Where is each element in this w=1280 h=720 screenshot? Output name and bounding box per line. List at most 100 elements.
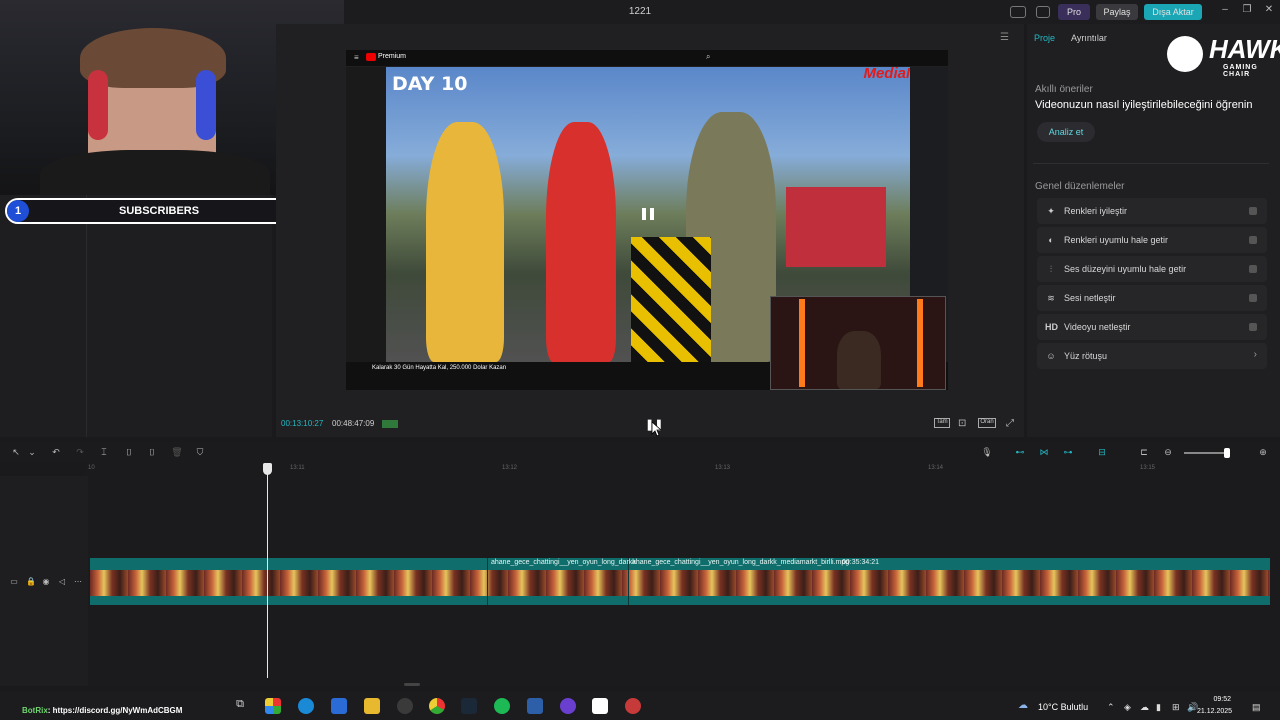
current-timecode: 00:13:10:27 xyxy=(281,419,324,428)
link-icon[interactable]: ⊷ xyxy=(1014,446,1026,458)
youtube-logo-icon xyxy=(366,53,376,61)
toggle[interactable] xyxy=(1249,265,1257,273)
obs-icon[interactable] xyxy=(625,698,641,714)
spotify-icon[interactable] xyxy=(494,698,510,714)
analyze-button[interactable]: Analiz et xyxy=(1037,122,1095,142)
track-icon[interactable]: ▭ xyxy=(8,576,20,588)
pro-button[interactable]: Pro xyxy=(1058,4,1090,20)
lock-icon[interactable]: 🔒 xyxy=(25,576,37,588)
layout-icon[interactable] xyxy=(1010,6,1026,18)
network-icon[interactable]: ⊞ xyxy=(1172,702,1180,713)
export-button[interactable]: Dışa Aktar xyxy=(1144,4,1202,20)
option-label: Renkleri uyumlu hale getir xyxy=(1064,235,1169,245)
zoom-slider-handle[interactable] xyxy=(1224,448,1230,458)
neon-light-left xyxy=(799,299,805,387)
option-enhance-colors[interactable]: ✦ Renkleri iyileştir xyxy=(1037,198,1267,224)
option-label: Ses düzeyini uyumlu hale getir xyxy=(1064,264,1187,274)
scrollbar[interactable] xyxy=(404,683,420,686)
select-tool-icon[interactable]: ↖ xyxy=(10,446,22,458)
playhead-handle[interactable] xyxy=(263,463,272,475)
task-view-icon[interactable]: ⧉ xyxy=(232,698,248,714)
toggle[interactable] xyxy=(1249,294,1257,302)
timeline-toolbar xyxy=(0,442,1280,462)
hamburger-icon: ≡ xyxy=(354,53,359,62)
ruler-tick: 13:11 xyxy=(290,465,305,471)
clock-date[interactable]: 21.12.2025 xyxy=(1197,708,1232,715)
file-explorer-icon[interactable] xyxy=(364,698,380,714)
copilot-icon[interactable] xyxy=(265,698,281,714)
pause-icon[interactable] xyxy=(639,205,657,223)
share-label: Paylaş xyxy=(1103,7,1131,17)
chrome-icon[interactable] xyxy=(429,698,445,714)
palette-icon: ◐ xyxy=(1048,235,1054,245)
clock-time[interactable]: 09:52 xyxy=(1205,696,1231,703)
mail-icon[interactable] xyxy=(331,698,347,714)
panel-icon[interactable] xyxy=(1036,6,1050,18)
ruler-tick: 13:14 xyxy=(928,465,944,471)
option-label: Sesi netleştir xyxy=(1064,293,1116,303)
app-icon[interactable] xyxy=(527,698,543,714)
delete-icon[interactable]: 🗑 xyxy=(171,446,183,458)
option-match-colors[interactable]: ◐ Renkleri uyumlu hale getir xyxy=(1037,227,1267,253)
undo-icon[interactable]: ↶ xyxy=(50,446,62,458)
redo-icon[interactable]: ↷ xyxy=(74,446,86,458)
wand-icon: ✦ xyxy=(1047,206,1055,216)
full-quality-button[interactable]: Tam xyxy=(934,418,950,428)
discord-icon[interactable] xyxy=(560,698,576,714)
eye-icon[interactable]: ◉ xyxy=(40,576,52,588)
toggle[interactable] xyxy=(1249,236,1257,244)
close-icon[interactable]: ✕ xyxy=(1260,4,1278,20)
speaker-icon[interactable]: ◁ xyxy=(56,576,68,588)
chevron-down-icon[interactable]: ⌄ xyxy=(26,446,38,458)
trim-left-icon[interactable]: ⌷ xyxy=(123,446,135,458)
share-button[interactable]: Paylaş xyxy=(1096,4,1138,20)
menu-icon[interactable]: ☰ xyxy=(1000,32,1009,43)
pro-label: Pro xyxy=(1066,7,1081,17)
capcut-icon[interactable] xyxy=(592,698,608,714)
tab-project[interactable]: Proje xyxy=(1034,33,1055,43)
zoom-out-icon[interactable]: ⊖ xyxy=(1162,446,1174,458)
maximize-icon[interactable]: ❐ xyxy=(1238,4,1256,20)
option-face-retouch[interactable]: ☺ Yüz rötuşu › xyxy=(1037,343,1267,369)
ratio-button[interactable]: Oran xyxy=(978,418,996,428)
streamer-cam-overlay xyxy=(770,296,946,390)
botrix-name: BotRix xyxy=(22,706,48,715)
split-icon[interactable]: ⌶ xyxy=(98,446,110,458)
shield-icon[interactable]: ⛉ xyxy=(194,446,206,458)
tray-cloud-icon[interactable]: ☁ xyxy=(1140,702,1149,713)
option-match-volume[interactable]: ⫶ Ses düzeyini uyumlu hale getir xyxy=(1037,256,1267,282)
toggle[interactable] xyxy=(1249,207,1257,215)
chat-bot-message: BotRix: https://discord.gg/NyWmAdCBGM xyxy=(22,706,182,715)
face-icon: ☺ xyxy=(1046,351,1056,361)
snap-icon[interactable]: ⊶ xyxy=(1062,446,1074,458)
option-sharpen-video[interactable]: HD Videoyu netleştir xyxy=(1037,314,1267,340)
caption-icon[interactable]: ⊏ xyxy=(1138,446,1150,458)
more-icon[interactable]: ⋯ xyxy=(72,576,84,588)
snapshot-icon[interactable]: ⊡ xyxy=(958,418,966,429)
playhead[interactable] xyxy=(267,464,268,678)
tab-details[interactable]: Ayrıntılar xyxy=(1071,33,1107,43)
tray-app-icon[interactable]: ◈ xyxy=(1124,702,1131,713)
edge-icon[interactable] xyxy=(298,698,314,714)
trim-right-icon[interactable]: ⌷ xyxy=(146,446,158,458)
toggle[interactable] xyxy=(1249,323,1257,331)
chevron-up-icon[interactable]: ⌃ xyxy=(1107,702,1115,713)
zoom-in-icon[interactable]: ⊕ xyxy=(1257,446,1269,458)
weather-widget[interactable]: 10°C Bulutlu xyxy=(1038,702,1088,712)
analyze-label: Analiz et xyxy=(1048,127,1084,137)
person-yellow xyxy=(426,122,504,362)
microphone-icon[interactable]: 🎙 xyxy=(981,446,993,458)
steam-icon[interactable] xyxy=(461,698,477,714)
notification-icon[interactable]: ▤ xyxy=(1252,702,1261,713)
subscriber-count-badge: 1 xyxy=(7,200,29,222)
streamer-cam-person xyxy=(837,331,881,389)
clip-label: ahane_gece_chattingi__yen_oyun_long_dark… xyxy=(491,559,636,566)
preview-axis-icon[interactable]: ⊟ xyxy=(1096,446,1108,458)
tray-usb-icon[interactable]: ▮ xyxy=(1156,702,1161,713)
fullscreen-icon[interactable]: ⤢ xyxy=(1006,418,1014,429)
smart-suggestions-title: Akıllı öneriler xyxy=(1035,84,1093,95)
xbox-icon[interactable] xyxy=(397,698,413,714)
magnet-icon[interactable]: ⋈ xyxy=(1038,446,1050,458)
option-clear-audio[interactable]: ≋ Sesi netleştir xyxy=(1037,285,1267,311)
minimize-icon[interactable]: – xyxy=(1216,4,1234,20)
